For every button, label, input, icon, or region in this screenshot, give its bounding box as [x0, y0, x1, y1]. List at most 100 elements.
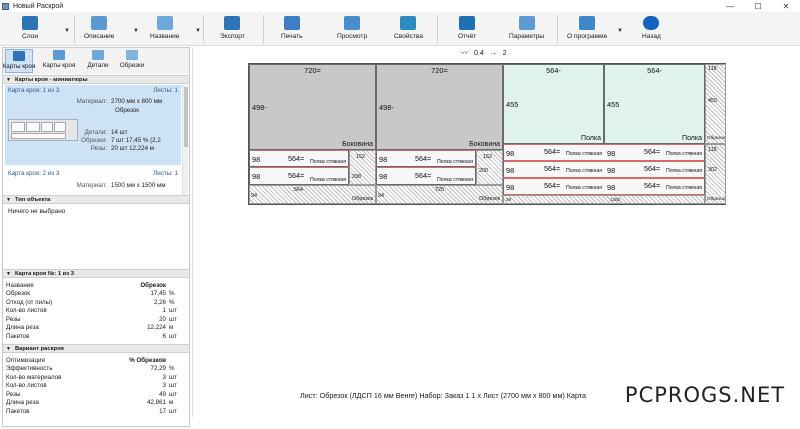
close-button[interactable]: ✕	[772, 0, 800, 12]
offcut-dim: 200	[479, 168, 488, 174]
chevron-down-icon: ▼	[6, 270, 11, 277]
export-button[interactable]: Экспорт	[220, 15, 245, 45]
tab-cut-maps[interactable]: Карты кроя	[3, 49, 35, 73]
card-header: Карта кроя: 1 из 3 Листы: 1	[8, 87, 178, 94]
part-tie-shelf[interactable]: 98 564= Полка стяжная	[249, 150, 349, 167]
title-bar: Новый Раскрой — ☐ ✕	[0, 0, 800, 12]
part-height: 98	[506, 183, 515, 192]
part-tie-shelf[interactable]: 98 564= Полка стяжная 98 564= Полка стяж…	[503, 161, 705, 178]
offcut-dim: 298	[352, 174, 361, 180]
name-dropdown-arrow[interactable]: ▼	[195, 28, 201, 34]
part-height: 455	[607, 100, 620, 109]
layers-dropdown-arrow[interactable]: ▼	[64, 28, 70, 34]
card-title: Карта кроя: 2 из 3	[8, 170, 60, 177]
part-width: 564=	[644, 147, 661, 156]
part-side-panel[interactable]: 720= 498- Боковина	[376, 64, 503, 150]
part-tie-shelf[interactable]: 98 564= Полка стяжная	[376, 150, 476, 167]
tab-parts[interactable]: Детали	[85, 49, 111, 73]
minimize-button[interactable]: —	[716, 0, 744, 12]
material-sub: Обрезок	[115, 107, 140, 114]
toolbar-separator	[203, 15, 204, 43]
about-icon	[579, 16, 596, 30]
offcut-right-bottom[interactable]: 118 302 Обрезок	[705, 144, 726, 204]
report-label: Отчёт	[458, 33, 477, 40]
offcut[interactable]: 152 298	[349, 150, 376, 185]
back-icon	[643, 16, 660, 30]
report-button[interactable]: Отчёт	[458, 15, 476, 45]
properties-button[interactable]: Свойства	[394, 15, 423, 45]
property-row: Название Обрезок	[6, 281, 166, 289]
part-width: 564=	[544, 164, 561, 173]
parameters-button[interactable]: Параметры	[509, 15, 544, 45]
print-icon	[283, 16, 300, 30]
chevron-down-icon: ▼	[6, 76, 11, 83]
tab-cut-maps-alt[interactable]: Карты кроя	[41, 49, 77, 73]
scrollbar-thumb[interactable]	[184, 87, 188, 147]
export-icon	[224, 16, 241, 30]
name-button[interactable]: Название	[150, 15, 179, 45]
part-name: Полка	[581, 135, 601, 142]
section-title: Карта кроя №: 1 из 3	[14, 270, 74, 277]
wavy-edge-icon: 〰	[461, 50, 468, 57]
maximize-button[interactable]: ☐	[744, 0, 772, 12]
part-width: 564=	[288, 154, 305, 163]
offcut-dim: 1282	[610, 197, 621, 202]
cut-maps-alt-icon	[53, 50, 65, 60]
part-width: 564-	[546, 66, 561, 75]
tab-offcuts[interactable]: Обрезки	[117, 49, 147, 73]
parts-value: 14 шт	[111, 129, 128, 136]
report-icon	[459, 16, 476, 30]
section-title: Тип объекта	[14, 196, 51, 203]
part-width: 564=	[288, 171, 305, 180]
description-dropdown-arrow[interactable]: ▼	[133, 28, 139, 34]
part-tie-shelf[interactable]: 98 564= Полка стяжная	[376, 167, 476, 185]
print-button[interactable]: Печать	[281, 15, 303, 45]
layers-button[interactable]: Слои	[22, 15, 38, 45]
print-label: Печать	[281, 33, 303, 40]
part-side-panel[interactable]: 720= 498- Боковина	[249, 64, 376, 150]
tab-label: Карты кроя	[42, 62, 76, 69]
about-dropdown-arrow[interactable]: ▼	[617, 28, 623, 34]
parameters-label: Параметры	[509, 33, 545, 40]
part-tie-shelf[interactable]: 98 564= Полка стяжная 98 564= Полка стяж…	[503, 178, 705, 195]
cut-sheet[interactable]: 720= 498- Боковина 720= 498- Боковина 56…	[248, 63, 726, 205]
toolbar-separator	[557, 15, 558, 43]
offcut-bottom[interactable]: 94 720 Обрезок	[376, 185, 503, 204]
section-object-type[interactable]: ▼ Тип объекта	[3, 195, 189, 204]
cut-map-card-1[interactable]: Карта кроя: 1 из 3 Листы: 1 Материал: 27…	[5, 85, 181, 165]
offcut-right-top[interactable]: 118 455 Обрезок	[705, 64, 726, 144]
section-variant[interactable]: ▼ Вариант раскроя	[3, 344, 189, 353]
offcut-dim: 152	[356, 154, 365, 160]
section-cut-maps-thumbs[interactable]: ▼ Карты кроя - миниатюры	[3, 75, 189, 84]
offcut-bottom-strip[interactable]: 38 1282	[503, 195, 705, 204]
description-button[interactable]: Описание	[84, 15, 114, 45]
back-button[interactable]: Назад	[642, 15, 661, 45]
cut-map-card-2[interactable]: Карта кроя: 2 из 3 Листы: 1 Материал: 15…	[5, 168, 181, 194]
property-row: Отход (от пилы) 2,26%	[6, 298, 175, 306]
parts-key: Детали:	[84, 129, 107, 136]
part-shelf[interactable]: 564- 455 Полка	[604, 64, 705, 144]
part-width: 720=	[431, 66, 448, 75]
part-width: 564=	[644, 164, 661, 173]
property-row: Резы 20 шт	[6, 315, 177, 323]
preview-button[interactable]: Просмотр	[337, 15, 367, 45]
part-tie-shelf[interactable]: 98 564= Полка стяжная 98 564= Полка стяж…	[503, 144, 705, 161]
about-button[interactable]: О программе	[567, 15, 607, 45]
preview-icon	[344, 16, 361, 30]
part-height: 98	[607, 149, 616, 158]
thickness-b: 2	[502, 49, 507, 57]
section-cut-map-info[interactable]: ▼ Карта кроя №: 1 из 3	[3, 269, 189, 278]
offcut-label: Обрезок	[707, 135, 725, 140]
offcut[interactable]: 152 200	[476, 150, 503, 185]
offcut-bottom[interactable]: 94 564 Обрезок	[249, 185, 376, 204]
cut-maps-scrollbar[interactable]	[182, 85, 188, 195]
section-title: Вариант раскроя	[14, 345, 64, 352]
part-shelf[interactable]: 564- 455 Полка	[503, 64, 604, 144]
part-height: 98	[506, 166, 515, 175]
part-height: 498-	[379, 103, 394, 112]
offcut-dim: 302	[708, 167, 717, 173]
offcut-dim: 94	[251, 193, 257, 199]
part-tie-shelf[interactable]: 98 564= Полка стяжная	[249, 167, 349, 185]
cuts-key: Резы:	[90, 145, 107, 152]
toolbar-separator	[263, 15, 264, 43]
